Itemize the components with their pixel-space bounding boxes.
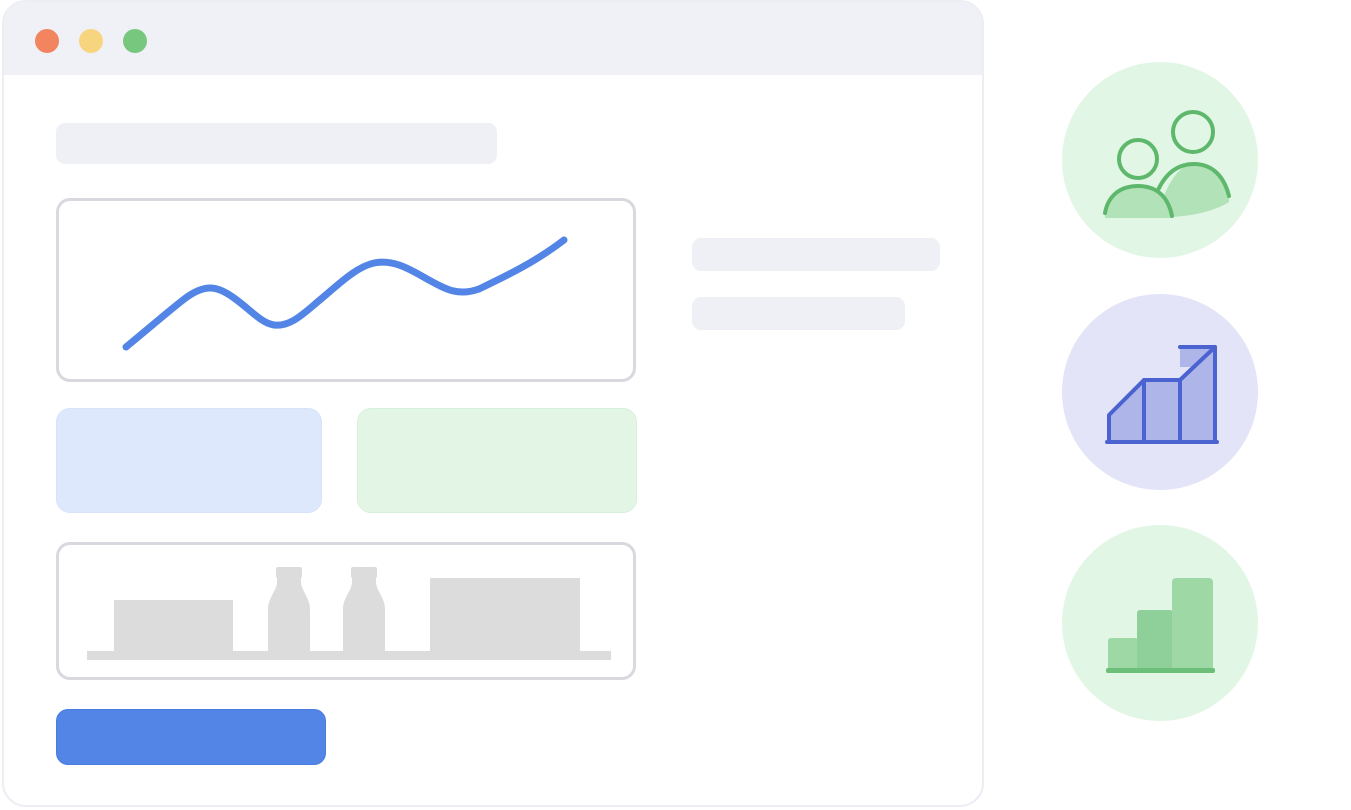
growth-feature-circle	[1062, 294, 1258, 490]
product-shelf-card	[56, 542, 636, 680]
product-box-large	[430, 578, 580, 654]
users-icon	[1103, 110, 1231, 218]
maximize-window-button[interactable]	[123, 29, 147, 53]
users-feature-circle	[1062, 62, 1258, 258]
product-shelf-icon	[87, 567, 611, 660]
metric-tile-green	[357, 408, 637, 513]
minimize-window-button[interactable]	[79, 29, 103, 53]
product-box-small	[114, 600, 233, 654]
window-titlebar	[4, 2, 982, 75]
app-window	[2, 0, 984, 807]
metric-tile-blue	[56, 408, 322, 513]
product-bottle-1-cap	[276, 567, 302, 578]
bar-chart-icon	[1106, 578, 1215, 673]
primary-action-button[interactable]	[56, 709, 326, 765]
page-title-placeholder	[56, 123, 497, 164]
product-bottle-2	[343, 570, 385, 654]
summary-line-placeholder-2	[692, 297, 905, 330]
growth-chart-icon	[1105, 345, 1219, 444]
line-chart-card	[56, 198, 636, 382]
close-window-button[interactable]	[35, 29, 59, 53]
product-bottle-2-cap	[351, 567, 377, 578]
summary-line-placeholder-1	[692, 238, 940, 271]
stage	[0, 0, 1351, 810]
bars-feature-circle	[1062, 525, 1258, 721]
product-bottle-1	[268, 570, 310, 654]
shelf-base	[87, 651, 611, 660]
line-chart-icon	[122, 236, 568, 351]
